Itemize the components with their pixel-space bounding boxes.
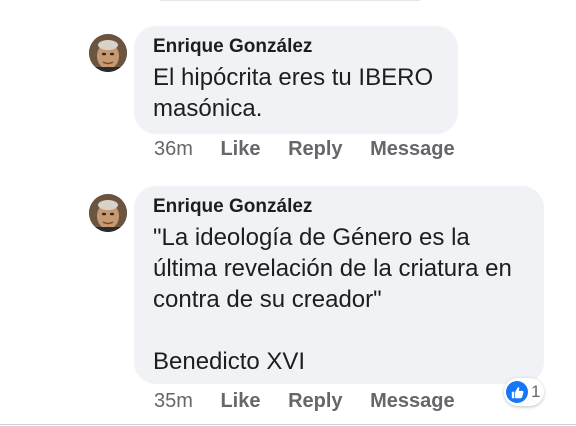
like-button[interactable]: Like bbox=[220, 390, 260, 412]
reaction-summary[interactable]: 1 bbox=[504, 378, 545, 406]
avatar[interactable] bbox=[89, 194, 127, 232]
like-icon bbox=[506, 381, 528, 403]
reply-button[interactable]: Reply bbox=[288, 138, 342, 160]
comment-author[interactable]: Enrique González bbox=[153, 36, 440, 58]
top-divider bbox=[160, 0, 420, 1]
like-button[interactable]: Like bbox=[220, 138, 260, 160]
message-button[interactable]: Message bbox=[370, 390, 455, 412]
comment-timestamp[interactable]: 36m bbox=[154, 138, 193, 160]
comment-timestamp[interactable]: 35m bbox=[154, 390, 193, 412]
comment-bubble: Enrique González El hipócrita eres tu IB… bbox=[134, 26, 458, 134]
comment-actions: 35m Like Reply Message bbox=[154, 389, 455, 413]
reply-button[interactable]: Reply bbox=[288, 390, 342, 412]
bottom-divider bbox=[0, 424, 576, 425]
comment-bubble: Enrique González "La ideología de Género… bbox=[134, 186, 544, 384]
comment-author[interactable]: Enrique González bbox=[153, 196, 526, 218]
avatar[interactable] bbox=[89, 34, 127, 72]
comment-text: "La ideología de Género es la última rev… bbox=[153, 224, 512, 375]
message-button[interactable]: Message bbox=[370, 138, 455, 160]
comment-actions: 36m Like Reply Message bbox=[154, 137, 455, 161]
reaction-count: 1 bbox=[531, 382, 541, 401]
comment-text: El hipócrita eres tu IBERO masónica. bbox=[153, 64, 434, 122]
